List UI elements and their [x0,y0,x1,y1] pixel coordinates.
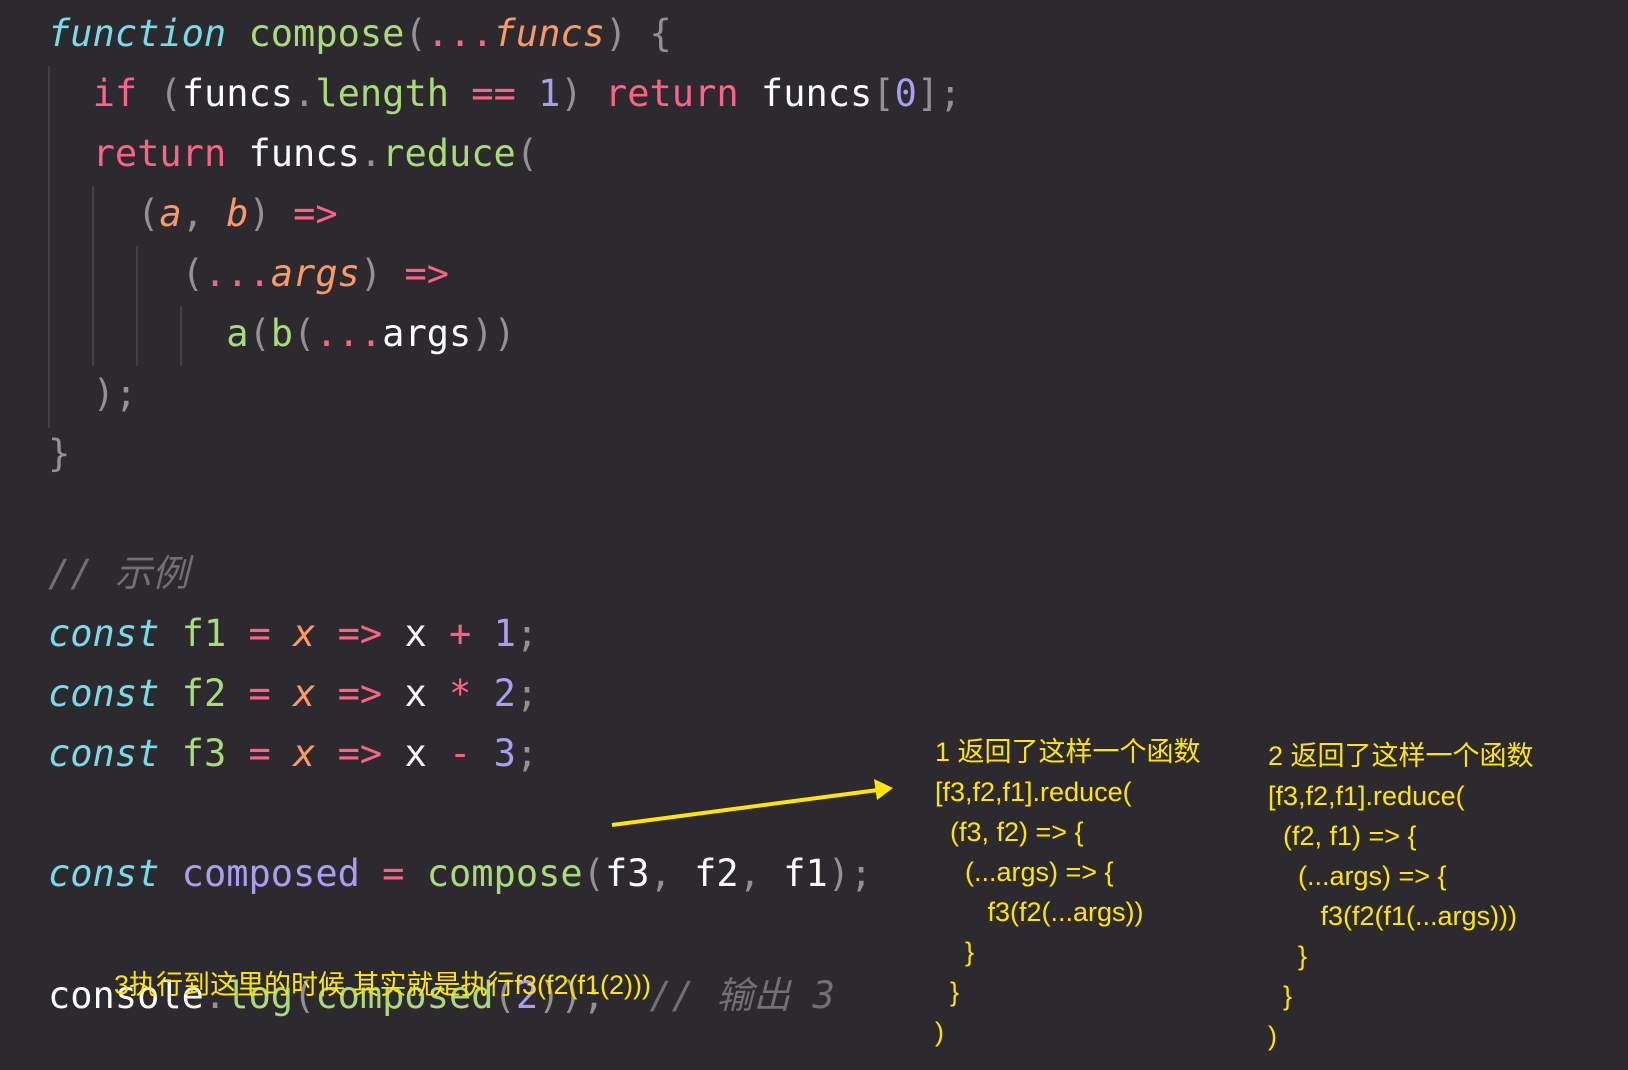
annotation-note-2: 2 返回了这样一个函数 [f3,f2,f1].reduce( (f2, f1) … [1268,741,1534,1051]
annotation-note-1: 1 返回了这样一个函数 [f3,f2,f1].reduce( (f3, f2) … [935,737,1201,1047]
annotation-note-3: 3执行到这里的时候 其实就是执行f3(f2(f1(2))) [114,970,652,1000]
